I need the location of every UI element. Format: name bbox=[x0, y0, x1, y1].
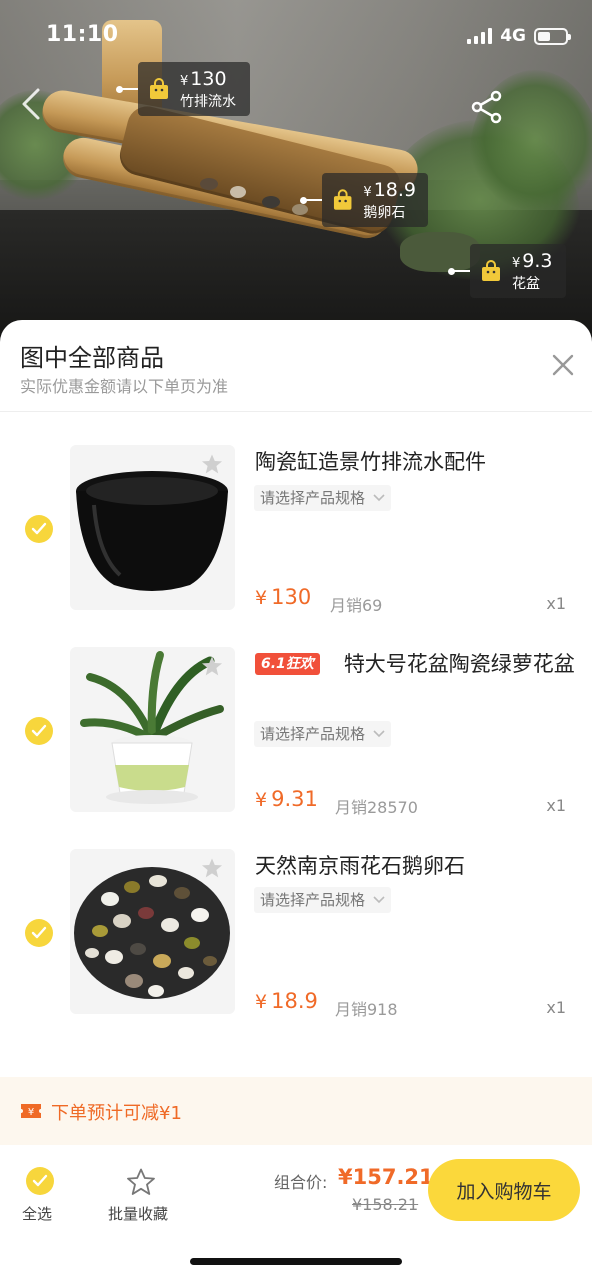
status-bar: 11:10 4G bbox=[0, 0, 592, 72]
back-icon[interactable] bbox=[18, 86, 46, 122]
spec-placeholder: 请选择产品规格 bbox=[260, 725, 366, 743]
photo-tag-bamboo[interactable]: ¥130 竹排流水 bbox=[116, 62, 250, 116]
quantity: x1 bbox=[546, 998, 566, 1017]
select-all-label[interactable]: 全选 bbox=[22, 1203, 52, 1224]
home-indicator[interactable] bbox=[190, 1258, 402, 1265]
product-row[interactable]: 6.1狂欢 特大号花盆陶瓷绿萝花盆 请选择产品规格 ¥9.31 月销28570 x… bbox=[0, 647, 592, 817]
discount-text: 下单预计可减¥1 bbox=[51, 1103, 182, 1124]
chevron-down-icon bbox=[373, 494, 385, 502]
shopping-bag-icon bbox=[482, 260, 500, 281]
product-title[interactable]: 6.1狂欢 特大号花盆陶瓷绿萝花盆 bbox=[255, 647, 575, 681]
tag-currency: ¥ bbox=[512, 255, 521, 271]
promo-badge: 6.1狂欢 bbox=[255, 653, 320, 675]
pebble bbox=[230, 186, 246, 198]
bulk-favorite-label[interactable]: 批量收藏 bbox=[108, 1203, 168, 1224]
spec-placeholder: 请选择产品规格 bbox=[260, 489, 366, 507]
discount-banner: ¥ 下单预计可减¥1 bbox=[0, 1077, 592, 1145]
spec-selector[interactable]: 请选择产品规格 bbox=[254, 485, 392, 511]
tag-price: 18.9 bbox=[373, 178, 416, 201]
sheet-subtitle: 实际优惠金额请以下单页为准 bbox=[20, 377, 229, 396]
product-title-text: 陶瓷缸造景竹排流水配件 bbox=[255, 450, 486, 474]
tag-currency: ¥ bbox=[180, 73, 189, 89]
quantity: x1 bbox=[546, 594, 566, 613]
pebble bbox=[200, 178, 218, 190]
close-icon[interactable] bbox=[548, 350, 578, 380]
tag-name: 花盆 bbox=[512, 275, 540, 292]
original-price: ¥158.21 bbox=[352, 1195, 419, 1214]
price-currency: ¥ bbox=[255, 991, 268, 1013]
check-icon bbox=[32, 1174, 48, 1187]
tag-currency: ¥ bbox=[363, 184, 372, 200]
favorite-star-icon[interactable] bbox=[201, 453, 223, 475]
product-title-text: 天然南京雨花石鹅卵石 bbox=[255, 854, 465, 878]
bottom-action-bar: 全选 批量收藏 组合价: ¥157.21 ¥158.21 加入购物车 bbox=[0, 1145, 592, 1280]
pebble bbox=[262, 196, 280, 208]
product-checkbox[interactable] bbox=[25, 919, 53, 947]
tag-price: 9.3 bbox=[522, 249, 553, 272]
shopping-bag-icon bbox=[333, 189, 352, 210]
spec-selector[interactable]: 请选择产品规格 bbox=[254, 887, 392, 913]
price-currency: ¥ bbox=[255, 789, 268, 811]
tag-connector bbox=[306, 199, 322, 201]
svg-text:¥: ¥ bbox=[28, 1107, 34, 1118]
sheet-title: 图中全部商品 bbox=[20, 344, 164, 372]
share-icon[interactable] bbox=[470, 90, 504, 124]
favorite-star-icon[interactable] bbox=[126, 1167, 156, 1197]
tag-connector bbox=[454, 270, 470, 272]
signal-icon bbox=[467, 28, 493, 44]
tag-name: 竹排流水 bbox=[180, 93, 236, 110]
tag-name: 鹅卵石 bbox=[363, 204, 406, 221]
battery-icon bbox=[534, 27, 571, 45]
monthly-sales: 月销918 bbox=[335, 1000, 398, 1019]
favorite-star-icon[interactable] bbox=[201, 857, 223, 879]
product-image[interactable] bbox=[70, 647, 235, 812]
spec-placeholder: 请选择产品规格 bbox=[260, 891, 366, 909]
product-photo: 11:10 4G ¥130 竹排流水 ¥ 18.9 鹅卵石 ¥ 9.3 花盆 bbox=[0, 0, 592, 350]
check-icon bbox=[31, 926, 47, 939]
price-value: 18.9 bbox=[271, 989, 318, 1013]
check-icon bbox=[31, 522, 47, 535]
product-row[interactable]: 陶瓷缸造景竹排流水配件 请选择产品规格 ¥130 月销69 x1 bbox=[0, 445, 592, 615]
quantity: x1 bbox=[546, 796, 566, 815]
combo-price-label: 组合价: bbox=[274, 1173, 328, 1192]
product-price: ¥9.31 bbox=[255, 787, 318, 811]
chevron-down-icon bbox=[373, 730, 385, 738]
combo-price: ¥157.21 bbox=[338, 1165, 434, 1189]
status-time: 11:10 bbox=[46, 22, 119, 47]
product-checkbox[interactable] bbox=[25, 717, 53, 745]
chevron-down-icon bbox=[373, 896, 385, 904]
product-price: ¥130 bbox=[255, 585, 311, 609]
favorite-star-icon[interactable] bbox=[201, 655, 223, 677]
select-all-checkbox[interactable] bbox=[26, 1167, 54, 1195]
product-title[interactable]: 天然南京雨花石鹅卵石 bbox=[255, 849, 575, 883]
price-currency: ¥ bbox=[255, 587, 268, 609]
tag-price: 130 bbox=[190, 67, 227, 90]
product-title-text: 特大号花盆陶瓷绿萝花盆 bbox=[343, 652, 575, 676]
flower-pot bbox=[400, 232, 480, 272]
photo-tag-pot[interactable]: ¥9.3 花盆 bbox=[448, 244, 566, 298]
spec-selector[interactable]: 请选择产品规格 bbox=[254, 721, 392, 747]
network-label: 4G bbox=[500, 26, 526, 46]
product-checkbox[interactable] bbox=[25, 515, 53, 543]
pebble bbox=[292, 204, 308, 215]
coupon-icon: ¥ bbox=[21, 1104, 41, 1118]
product-price: ¥18.9 bbox=[255, 989, 318, 1013]
monthly-sales: 月销28570 bbox=[335, 798, 418, 817]
tag-connector bbox=[122, 88, 138, 90]
add-to-cart-button[interactable]: 加入购物车 bbox=[428, 1159, 580, 1221]
product-title[interactable]: 陶瓷缸造景竹排流水配件 bbox=[255, 445, 575, 479]
status-indicators: 4G bbox=[467, 26, 571, 46]
product-image[interactable] bbox=[70, 445, 235, 610]
monthly-sales: 月销69 bbox=[330, 596, 383, 615]
check-icon bbox=[31, 724, 47, 737]
photo-tag-pebbles[interactable]: ¥18.9 鹅卵石 bbox=[300, 173, 428, 227]
price-value: 9.31 bbox=[271, 787, 318, 811]
price-value: 130 bbox=[271, 585, 312, 609]
product-image[interactable] bbox=[70, 849, 235, 1014]
shopping-bag-icon bbox=[150, 78, 168, 99]
product-row[interactable]: 天然南京雨花石鹅卵石 请选择产品规格 ¥18.9 月销918 x1 bbox=[0, 849, 592, 1019]
sheet-header: 图中全部商品 实际优惠金额请以下单页为准 bbox=[0, 320, 592, 412]
